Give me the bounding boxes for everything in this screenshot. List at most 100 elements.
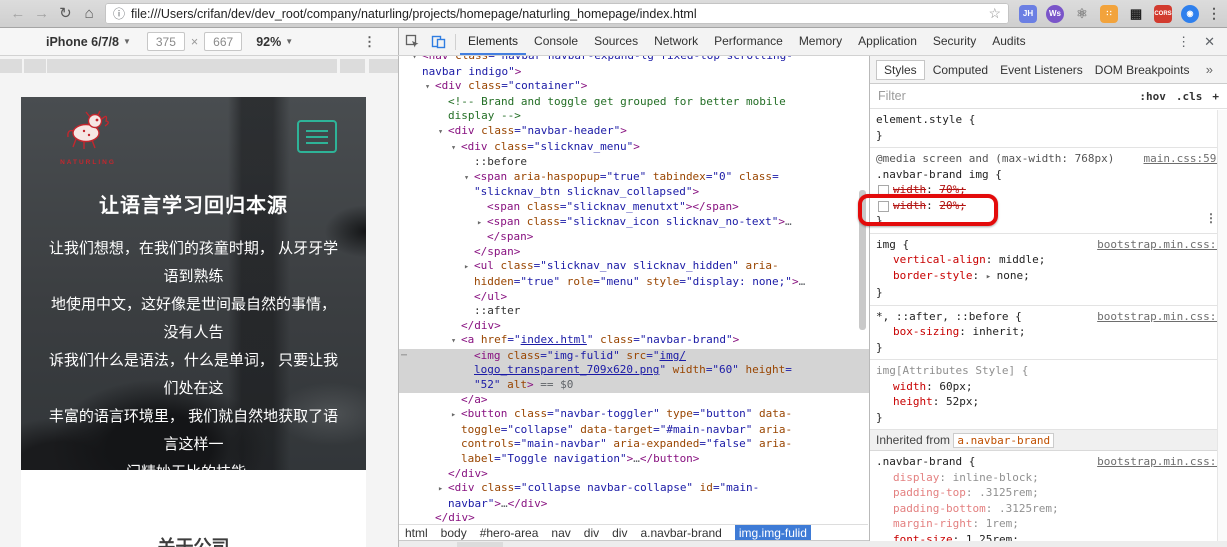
browser-menu-icon[interactable]: ⋮ <box>1207 5 1221 22</box>
forward-icon[interactable]: → <box>30 1 54 27</box>
collapse-arrow-icon[interactable]: ▸ <box>477 216 487 231</box>
expand-arrow-icon[interactable]: ▾ <box>438 125 448 140</box>
ws-extension-icon[interactable]: Ws <box>1046 4 1064 23</box>
sidebar-tab-event-listeners[interactable]: Event Listeners <box>1000 63 1083 77</box>
css-property[interactable]: width: 20%; <box>876 198 1223 214</box>
cors-extension-icon[interactable]: CORS <box>1154 4 1172 23</box>
breadcrumb-item[interactable]: div <box>612 526 627 540</box>
node-overflow-icon[interactable]: ⋯ <box>401 349 407 364</box>
rule-selector[interactable]: img[Attributes Style] { <box>876 363 1223 379</box>
expand-longhand-icon[interactable]: ▸ <box>986 272 997 282</box>
css-property[interactable]: width: 60px; <box>876 379 1223 395</box>
hov-toggle[interactable]: :hov <box>1139 90 1166 103</box>
css-property[interactable]: padding-bottom: .3125rem; <box>876 501 1223 517</box>
device-toolbar-menu-icon[interactable]: ⋮ <box>363 34 376 50</box>
breadcrumb-item[interactable]: img.img-fulid <box>734 525 811 541</box>
back-icon[interactable]: ← <box>6 1 30 27</box>
url-text[interactable]: file:///Users/crifan/dev/dev_root/compan… <box>131 7 697 21</box>
code-line[interactable]: toggle="collapse" data-target="#main-nav… <box>399 423 869 438</box>
code-line[interactable]: <span class="slicknav_menutxt"></span> <box>399 200 869 215</box>
tab-sources[interactable]: Sources <box>586 28 646 55</box>
jh-extension-icon[interactable]: JH <box>1019 4 1037 23</box>
code-line[interactable]: ▾ <div class="navbar-header"> <box>399 124 869 140</box>
code-line[interactable]: ▸ <div class="collapse navbar-collapse" i… <box>399 481 869 497</box>
code-line[interactable]: </div> <box>399 511 869 525</box>
tab-performance[interactable]: Performance <box>706 28 791 55</box>
media-query-segment[interactable] <box>24 59 46 73</box>
code-line[interactable]: label="Toggle navigation">…</button> <box>399 452 869 467</box>
collapse-arrow-icon[interactable]: ▸ <box>451 408 461 423</box>
blue-extension-icon[interactable]: ◉ <box>1181 4 1199 23</box>
inspect-element-icon[interactable] <box>399 29 425 55</box>
breadcrumb-item[interactable]: #hero-area <box>480 526 539 540</box>
css-property[interactable]: box-sizing: inherit; <box>876 324 1223 340</box>
breadcrumb-item[interactable]: body <box>441 526 467 540</box>
code-line[interactable]: <!-- Brand and toggle get grouped for be… <box>399 95 869 110</box>
breadcrumb-item[interactable]: html <box>405 526 428 540</box>
property-checkbox[interactable] <box>878 185 889 196</box>
tab-security[interactable]: Security <box>925 28 984 55</box>
devtools-menu-icon[interactable]: ⋮ <box>1177 34 1190 50</box>
stylesheet-link[interactable]: bootstrap.min.css:6 <box>1097 454 1223 470</box>
rule-selector[interactable]: element.style { <box>876 112 1223 128</box>
mobile-menu-button[interactable] <box>297 120 337 153</box>
code-line[interactable]: hidden="true" role="menu" style="display… <box>399 275 869 290</box>
media-query-segment[interactable] <box>0 59 22 73</box>
code-line[interactable]: ▾ <div class="container"> <box>399 79 869 95</box>
breadcrumb-item[interactable]: div <box>584 526 599 540</box>
stylesheet-link[interactable]: bootstrap.min.css:6 <box>1097 237 1223 253</box>
filter-input[interactable]: Filter <box>878 89 906 103</box>
tab-application[interactable]: Application <box>850 28 925 55</box>
elements-scrollbar[interactable] <box>859 190 866 330</box>
css-property[interactable]: font-size: 1.25rem; <box>876 532 1223 542</box>
device-mode-icon[interactable] <box>425 29 451 55</box>
code-line[interactable]: </span> <box>399 230 869 245</box>
orange-extension-icon[interactable]: ∷ <box>1100 4 1118 23</box>
device-width-input[interactable] <box>146 32 185 51</box>
code-line[interactable]: ▸ <button class="navbar-toggler" type="bu… <box>399 407 869 423</box>
stylesheet-link[interactable]: main.css:598 <box>1144 151 1223 167</box>
code-line[interactable]: </ul> <box>399 290 869 305</box>
rule-menu-icon[interactable]: ⋮ <box>1205 211 1217 227</box>
styles-scrollbar[interactable] <box>1217 110 1227 541</box>
url-bar[interactable]: ⓘ file:///Users/crifan/dev/dev_root/comp… <box>105 3 1009 24</box>
devtools-close-icon[interactable]: ✕ <box>1204 34 1215 50</box>
stylesheet-link[interactable]: bootstrap.min.css:6 <box>1097 309 1223 325</box>
code-line[interactable]: ▸ <span class="slicknav_icon slicknav_no-… <box>399 215 869 231</box>
zoom-select[interactable]: 92% <box>256 35 281 49</box>
more-sidebar-tabs-icon[interactable]: » <box>1206 62 1227 77</box>
code-line[interactable]: </a> <box>399 393 869 408</box>
code-line[interactable]: ▾<nav class="navbar navbar-expand-lg fix… <box>399 56 869 65</box>
tab-network[interactable]: Network <box>646 28 706 55</box>
code-line[interactable]: ▸ <ul class="slicknav_nav slicknav_hidden… <box>399 259 869 275</box>
css-property[interactable]: margin-right: 1rem; <box>876 516 1223 532</box>
code-line[interactable]: "slicknav_btn slicknav_collapsed"> <box>399 185 869 200</box>
rule-selector[interactable]: .navbar-brand img { <box>876 167 1223 183</box>
sidebar-tab-styles[interactable]: Styles <box>876 59 925 80</box>
sidebar-tab-dom-breakpoints[interactable]: DOM Breakpoints <box>1095 63 1190 77</box>
property-checkbox[interactable] <box>878 200 889 212</box>
reload-icon[interactable]: ↻ <box>54 1 78 27</box>
collapse-arrow-icon[interactable]: ▸ <box>464 260 474 275</box>
sidebar-tab-computed[interactable]: Computed <box>933 63 988 77</box>
code-line[interactable]: </div> <box>399 467 869 482</box>
code-line[interactable]: "52" alt> == $0 <box>399 378 869 393</box>
home-icon[interactable]: ⌂ <box>77 1 101 27</box>
new-style-rule-button[interactable]: + <box>1212 90 1219 103</box>
breadcrumb-item[interactable]: a.navbar-brand <box>640 526 721 540</box>
code-line[interactable]: ▾ <a href="index.html" class="navbar-bran… <box>399 333 869 349</box>
collapse-arrow-icon[interactable]: ▸ <box>438 482 448 497</box>
console-drawer-edge[interactable] <box>399 540 1227 547</box>
code-line[interactable]: ▾ <div class="slicknav_menu"> <box>399 140 869 156</box>
css-property[interactable]: display: inline-block; <box>876 470 1223 486</box>
code-line[interactable]: display --> <box>399 109 869 124</box>
css-property[interactable]: height: 52px; <box>876 394 1223 410</box>
media-query-segment[interactable] <box>340 59 365 73</box>
code-line[interactable]: logo_transparent_709x620.png" width="60"… <box>399 363 869 379</box>
code-line[interactable]: controls="main-navbar" aria-expanded="fa… <box>399 437 869 452</box>
react-devtools-icon-icon[interactable]: ⚛ <box>1073 5 1091 23</box>
expand-arrow-icon[interactable]: ▾ <box>451 141 461 156</box>
media-query-segment[interactable] <box>47 59 337 73</box>
qr-extension-icon[interactable]: ▦ <box>1127 5 1145 23</box>
breadcrumb-item[interactable]: nav <box>551 526 570 540</box>
